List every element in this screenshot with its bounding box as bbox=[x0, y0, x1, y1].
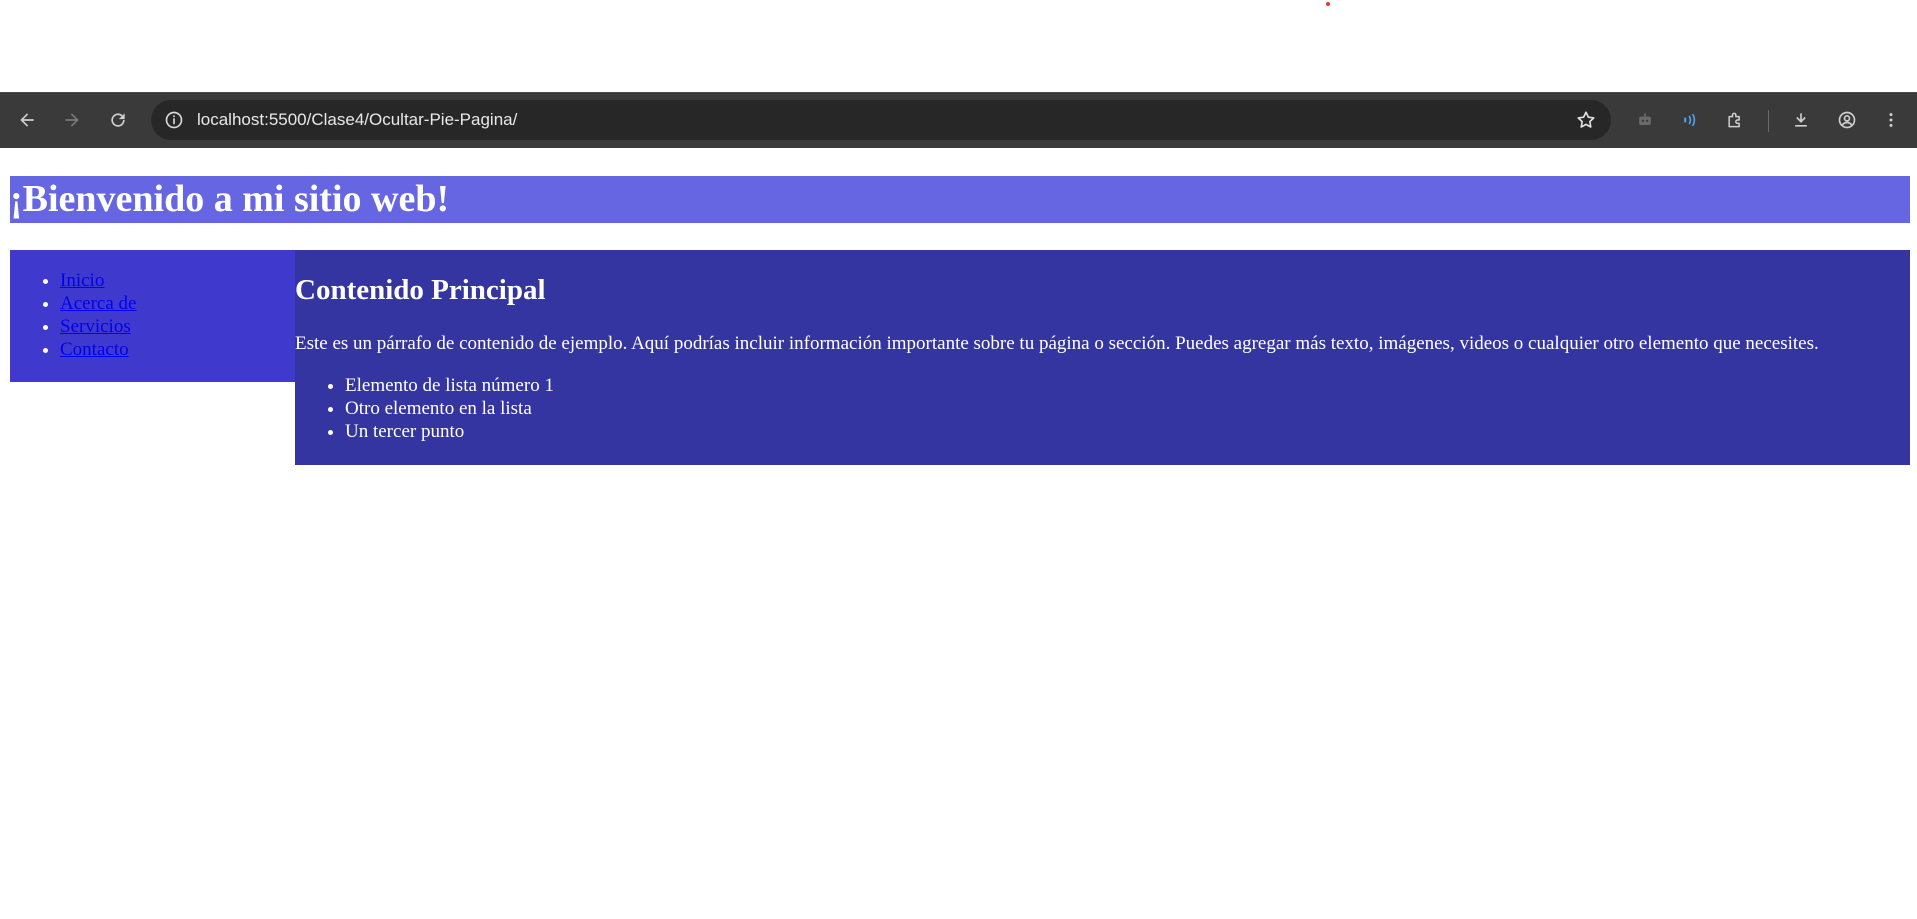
puzzle-piece-icon bbox=[1728, 112, 1740, 128]
nav-list: Inicio Acerca de Servicios Contacto bbox=[10, 250, 296, 361]
forward-button[interactable] bbox=[55, 103, 89, 137]
site-info-icon[interactable] bbox=[163, 109, 185, 131]
content-list: Elemento de lista número 1 Otro elemento… bbox=[295, 374, 554, 443]
browser-toolbar: localhost:5500/Clase4/Ocultar-Pie-Pagina… bbox=[0, 92, 1917, 148]
site-title: ¡Bienvenido a mi sitio web! bbox=[10, 178, 450, 220]
nav-item: Contacto bbox=[60, 338, 296, 361]
red-dot-indicator bbox=[1326, 2, 1330, 6]
nav-item: Inicio bbox=[60, 269, 296, 292]
arrow-right-icon bbox=[65, 113, 79, 127]
web-page: ¡Bienvenido a mi sitio web! Inicio Acerc… bbox=[0, 149, 1917, 919]
download-icon bbox=[1795, 113, 1807, 127]
extensions-button[interactable] bbox=[1718, 103, 1752, 137]
more-vertical-icon bbox=[1889, 113, 1893, 127]
back-button[interactable] bbox=[10, 103, 44, 137]
reload-icon bbox=[111, 113, 125, 127]
nav-link-acerca-de[interactable]: Acerca de bbox=[60, 293, 136, 314]
nav-item: Acerca de bbox=[60, 292, 296, 315]
main-heading: Contenido Principal bbox=[295, 274, 546, 306]
robot-icon bbox=[1639, 113, 1651, 125]
arrow-left-icon bbox=[20, 113, 34, 127]
bookmark-star-icon[interactable] bbox=[1575, 109, 1597, 131]
reload-button[interactable] bbox=[101, 103, 135, 137]
sound-waves-icon bbox=[1684, 113, 1696, 127]
extension-robot-button[interactable] bbox=[1628, 103, 1662, 137]
nav-link-contacto[interactable]: Contacto bbox=[60, 339, 129, 360]
site-header: ¡Bienvenido a mi sitio web! bbox=[10, 176, 1910, 223]
main-content: Contenido Principal Este es un párrafo d… bbox=[295, 250, 1910, 465]
url-text[interactable]: localhost:5500/Clase4/Ocultar-Pie-Pagina… bbox=[197, 100, 517, 140]
browser-menu-button[interactable] bbox=[1874, 103, 1908, 137]
sidebar-nav: Inicio Acerca de Servicios Contacto bbox=[10, 250, 296, 382]
list-item: Elemento de lista número 1 bbox=[345, 374, 554, 397]
extension-audio-button[interactable] bbox=[1673, 103, 1707, 137]
profile-button[interactable] bbox=[1830, 103, 1864, 137]
address-bar[interactable]: localhost:5500/Clase4/Ocultar-Pie-Pagina… bbox=[151, 100, 1611, 140]
list-item: Otro elemento en la lista bbox=[345, 397, 554, 420]
screen-top-area bbox=[0, 0, 1917, 92]
list-item: Un tercer punto bbox=[345, 420, 554, 443]
downloads-button[interactable] bbox=[1784, 103, 1818, 137]
main-paragraph: Este es un párrafo de contenido de ejemp… bbox=[295, 333, 1819, 354]
nav-link-servicios[interactable]: Servicios bbox=[60, 316, 131, 337]
toolbar-divider bbox=[1768, 110, 1769, 132]
account-circle-icon bbox=[1838, 111, 1856, 129]
nav-link-inicio[interactable]: Inicio bbox=[60, 270, 104, 291]
nav-item: Servicios bbox=[60, 315, 296, 338]
